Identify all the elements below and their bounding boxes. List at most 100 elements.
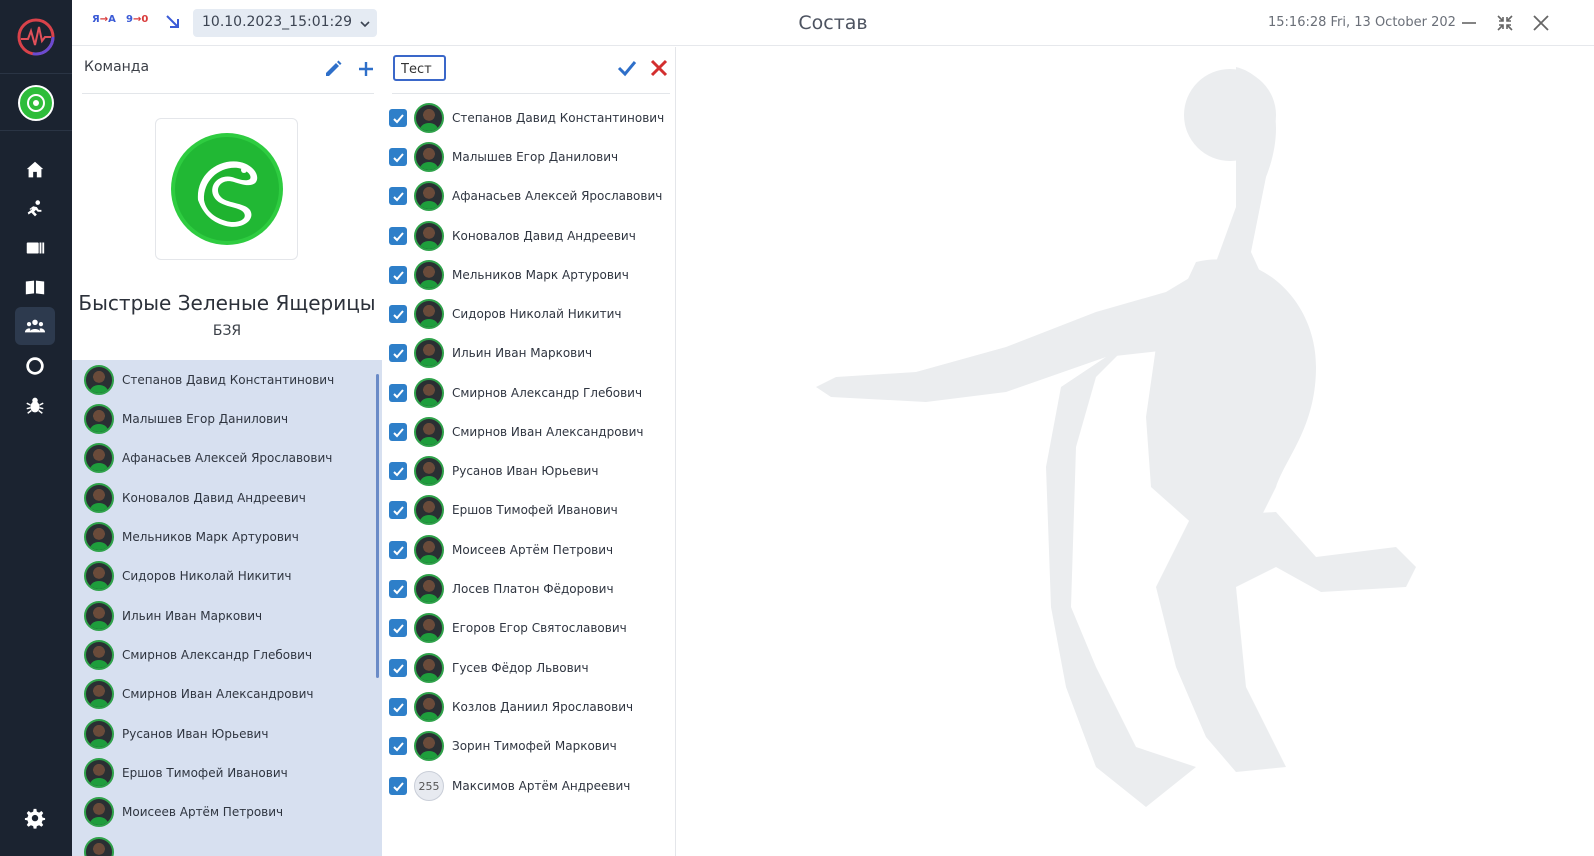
minimize-icon[interactable] [1458, 12, 1480, 34]
editor-player-row[interactable]: Моисеев Артём Петрович [389, 534, 613, 566]
current-team-button[interactable] [0, 75, 72, 131]
editor-player-row[interactable]: Егоров Егор Святославович [389, 612, 627, 644]
player-checkbox[interactable] [389, 501, 407, 519]
roster-item[interactable] [84, 836, 114, 856]
player-avatar [84, 522, 114, 552]
editor-player-row[interactable]: Степанов Давид Константинович [389, 102, 664, 134]
player-checkbox[interactable] [389, 423, 407, 441]
player-checkbox[interactable] [389, 619, 407, 637]
player-avatar [414, 378, 444, 408]
editor-player-row[interactable]: Коновалов Давид Андреевич [389, 220, 636, 252]
roster-item[interactable]: Мельников Марк Артурович [84, 521, 299, 553]
player-name: Козлов Даниил Ярославович [452, 700, 634, 714]
player-checkbox[interactable] [389, 462, 407, 480]
player-name: Смирнов Александр Глебович [452, 386, 643, 400]
player-avatar [414, 613, 444, 643]
roster-item[interactable]: Русанов Иван Юрьевич [84, 718, 268, 750]
roster-item[interactable]: Афанасьев Алексей Ярославович [84, 442, 332, 474]
check-icon [392, 231, 404, 241]
app-logo-icon [17, 18, 55, 55]
player-name: Русанов Иван Юрьевич [452, 464, 599, 478]
roster-item[interactable]: Сидоров Николай Никитич [84, 560, 291, 592]
roster-item[interactable]: Коновалов Давид Андреевич [84, 482, 306, 514]
nav-journal[interactable] [15, 268, 55, 306]
roster-item[interactable]: Ильин Иван Маркович [84, 600, 262, 632]
edit-team-icon[interactable] [323, 59, 343, 79]
editor-player-row[interactable]: Ильин Иван Маркович [389, 337, 592, 369]
team-header: Команда [84, 59, 150, 75]
player-name: Максимов Артём Андреевич [452, 779, 631, 793]
nav-debug[interactable] [15, 386, 55, 424]
add-team-icon[interactable] [356, 59, 376, 79]
roster-item[interactable]: Смирнов Александр Глебович [84, 639, 312, 671]
editor-player-row[interactable]: Ершов Тимофей Иванович [389, 494, 618, 526]
player-avatar [414, 221, 444, 251]
player-checkbox[interactable] [389, 227, 407, 245]
roster-item[interactable]: Ершов Тимофей Иванович [84, 757, 288, 789]
player-name: Коновалов Давид Андреевич [122, 491, 306, 505]
player-checkbox[interactable] [389, 659, 407, 677]
editor-player-row[interactable]: Русанов Иван Юрьевич [389, 455, 598, 487]
player-avatar [84, 601, 114, 631]
roster-item[interactable]: Степанов Давид Константинович [84, 364, 334, 396]
editor-player-row[interactable]: Афанасьев Алексей Ярославович [389, 180, 662, 212]
player-avatar [84, 797, 114, 827]
check-icon [392, 309, 404, 319]
editor-player-row[interactable]: Сидоров Николай Никитич [389, 298, 621, 330]
player-checkbox[interactable] [389, 737, 407, 755]
player-checkbox[interactable] [389, 187, 407, 205]
confirm-check-icon[interactable] [616, 57, 638, 79]
editor-player-row[interactable]: Смирнов Александр Глебович [389, 377, 642, 409]
roster-item[interactable]: Малышев Егор Данилович [84, 403, 288, 435]
player-checkbox[interactable] [389, 777, 407, 795]
editor-player-row[interactable]: Малышев Егор Данилович [389, 141, 618, 173]
gear-icon [24, 808, 46, 829]
editor-player-row[interactable]: Гусев Фёдор Львович [389, 652, 589, 684]
player-name: Сидоров Николай Никитич [122, 569, 292, 583]
nav-roster[interactable] [15, 307, 55, 345]
roster-item[interactable]: Смирнов Иван Александрович [84, 678, 314, 710]
editor-player-row[interactable]: Лосев Платон Фёдорович [389, 573, 614, 605]
player-checkbox[interactable] [389, 266, 407, 284]
roster-name-input[interactable] [393, 55, 446, 81]
editor-player-row[interactable]: Смирнов Иван Александрович [389, 416, 644, 448]
roster-item[interactable]: Моисеев Артём Петрович [84, 796, 283, 828]
player-name: Ершов Тимофей Иванович [122, 766, 288, 780]
player-checkbox[interactable] [389, 541, 407, 559]
player-checkbox[interactable] [389, 384, 407, 402]
player-checkbox[interactable] [389, 580, 407, 598]
check-icon [392, 113, 404, 123]
nav-athletes[interactable] [15, 190, 55, 228]
nav-circle[interactable] [15, 347, 55, 385]
roster-scrollbar[interactable] [376, 374, 379, 678]
editor-player-row[interactable]: Мельников Марк Артурович [389, 259, 629, 291]
editor-player-row[interactable]: Козлов Даниил Ярославович [389, 691, 633, 723]
player-checkbox[interactable] [389, 305, 407, 323]
editor-player-row[interactable]: 255 Максимов Артём Андреевич [389, 770, 630, 802]
player-checkbox[interactable] [389, 344, 407, 362]
nav-video[interactable] [15, 229, 55, 267]
player-avatar [414, 338, 444, 368]
player-avatar [84, 443, 114, 473]
check-icon [392, 466, 404, 476]
player-name: Афанасьев Алексей Ярославович [452, 189, 663, 203]
restore-icon[interactable] [1494, 12, 1516, 34]
player-name: Коновалов Давид Андреевич [452, 229, 636, 243]
player-checkbox[interactable] [389, 109, 407, 127]
player-checkbox[interactable] [389, 698, 407, 716]
player-name: Афанасьев Алексей Ярославович [122, 451, 333, 465]
team-logo [155, 118, 298, 260]
nav-home[interactable] [15, 151, 55, 189]
player-checkbox[interactable] [389, 148, 407, 166]
team-roster-list[interactable]: Степанов Давид Константинович Малышев Ег… [72, 360, 382, 856]
check-icon [392, 545, 404, 555]
editor-player-row[interactable]: Зорин Тимофей Маркович [389, 730, 617, 762]
app-logo[interactable] [0, 0, 72, 74]
player-name: Моисеев Артём Петрович [122, 805, 284, 819]
circle-icon [26, 357, 44, 375]
cancel-x-icon[interactable] [648, 57, 670, 79]
close-icon[interactable] [1530, 12, 1552, 34]
player-avatar [414, 535, 444, 565]
check-icon [392, 388, 404, 398]
nav-settings[interactable] [15, 800, 55, 838]
